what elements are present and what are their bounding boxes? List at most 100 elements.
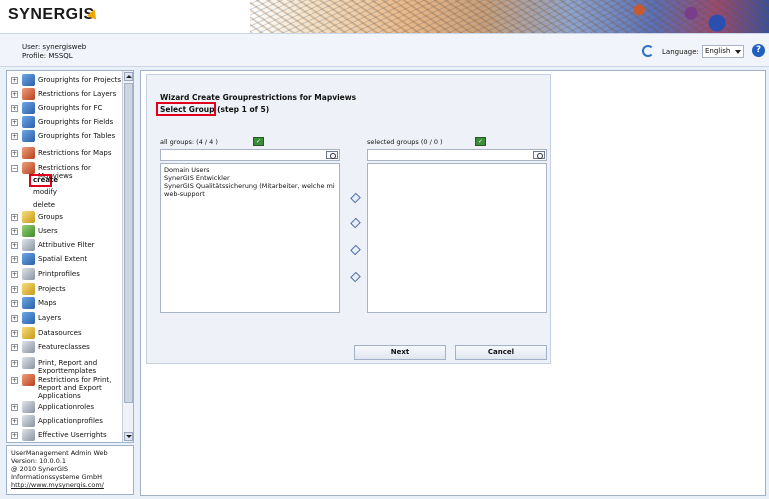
footer-line: Informationssysteme GmbH [11, 473, 102, 481]
tree-item[interactable]: + Featureclasses [11, 341, 123, 355]
all-groups-select-icon[interactable]: ✓ [253, 137, 264, 146]
expand-toggle-icon[interactable]: + [11, 133, 18, 140]
move-right-icon[interactable] [350, 218, 360, 228]
tree-item[interactable]: + Projects [11, 283, 123, 297]
tree-item[interactable]: + Applicationroles [11, 401, 123, 415]
tree-item[interactable]: + Grouprights for Projects [11, 74, 123, 88]
profile-label: Profile: MSSQL [22, 52, 73, 60]
tree-item[interactable]: + Restrictions for Layers [11, 88, 123, 102]
list-item[interactable]: web-support [164, 190, 336, 198]
group-rights-icon [22, 74, 35, 86]
expand-toggle-icon[interactable]: + [11, 228, 18, 235]
tree-item[interactable]: − Restrictions for Mapviews [11, 162, 123, 180]
list-item[interactable]: SynerGIS Qualitätssicherung (Mitarbeiter… [164, 182, 336, 190]
version-info: UserManagement Admin Web Version: 10.0.0… [6, 445, 134, 495]
next-button[interactable]: Next [354, 345, 446, 360]
list-item[interactable]: SynerGIS Entwickler [164, 174, 336, 182]
tree-item[interactable]: + Users [11, 225, 123, 239]
tree-item[interactable]: + Printprofiles [11, 268, 123, 282]
cancel-button[interactable]: Cancel [455, 345, 547, 360]
expand-toggle-icon[interactable]: + [11, 418, 18, 425]
tree-scrollbar[interactable] [122, 71, 133, 442]
expand-toggle-icon[interactable]: + [11, 360, 18, 367]
move-all-left-icon[interactable] [350, 272, 360, 282]
tree-item[interactable]: + Grouprights for Tables [11, 130, 123, 144]
move-left-icon[interactable] [350, 245, 360, 255]
tree-item[interactable]: + Restrictions for Print, Report and Expo… [11, 374, 123, 400]
filter-icon[interactable] [533, 151, 545, 159]
user-label: User: synergisweb [22, 43, 87, 51]
tree-item[interactable]: + Grouprights for FC [11, 102, 123, 116]
tree-item-label: Grouprights for Tables [38, 132, 116, 140]
tree-item[interactable]: + Layers [11, 312, 123, 326]
tree-item-label: Users [38, 227, 58, 235]
tree-sub-item-create[interactable]: create [33, 176, 58, 184]
selected-groups-list[interactable] [367, 163, 547, 313]
move-all-right-icon[interactable] [350, 193, 360, 203]
tree-item[interactable]: + Attributive Filter [11, 239, 123, 253]
all-groups-filter-input[interactable] [160, 149, 340, 161]
expand-toggle-icon[interactable]: + [11, 315, 18, 322]
tree-item[interactable]: + Print, Report and Exporttemplates [11, 357, 123, 375]
help-icon[interactable]: ? [752, 44, 765, 57]
expand-toggle-icon[interactable]: + [11, 256, 18, 263]
expand-toggle-icon[interactable]: + [11, 300, 18, 307]
tree-item[interactable]: + Groups [11, 211, 123, 225]
expand-toggle-icon[interactable]: + [11, 432, 18, 439]
expand-toggle-icon[interactable]: + [11, 119, 18, 126]
featureclass-icon [22, 341, 35, 353]
selected-groups-filter-input[interactable] [367, 149, 547, 161]
tree-item[interactable]: + Datasources [11, 327, 123, 341]
expand-toggle-icon[interactable]: + [11, 214, 18, 221]
layers-icon [22, 312, 35, 324]
datasource-icon [22, 327, 35, 339]
tree-item-label: Grouprights for Projects [38, 76, 122, 84]
tree-item[interactable]: + Spatial Extent [11, 253, 123, 267]
banner: SYNERGIS [0, 0, 769, 33]
all-groups-list[interactable]: Domain Users SynerGIS Entwickler SynerGI… [160, 163, 340, 313]
banner-map-image [250, 0, 769, 33]
tree-item-label: Spatial Extent [38, 255, 88, 263]
expand-toggle-icon[interactable]: + [11, 150, 18, 157]
print-icon [22, 268, 35, 280]
tree-sub-item-modify[interactable]: modify [33, 188, 57, 196]
expand-toggle-icon[interactable]: + [11, 286, 18, 293]
tree-item[interactable]: + Restrictions for Maps [11, 147, 123, 161]
scroll-down-icon[interactable] [124, 432, 133, 441]
tree-item-label: Attributive Filter [38, 241, 95, 249]
footer-link[interactable]: http://www.mysynergis.com/ [11, 481, 104, 489]
tree-sub-item-delete[interactable]: delete [33, 201, 55, 209]
scroll-up-icon[interactable] [124, 72, 133, 81]
expand-toggle-icon[interactable]: + [11, 344, 18, 351]
tree-item-label: Layers [38, 314, 62, 322]
expand-toggle-icon[interactable]: + [11, 404, 18, 411]
footer-line: Version: 10.0.0.1 [11, 457, 67, 465]
expand-toggle-icon[interactable]: + [11, 105, 18, 112]
expand-toggle-icon[interactable]: + [11, 242, 18, 249]
tree-item-label: Grouprights for FC [38, 104, 103, 112]
extent-icon [22, 253, 35, 265]
tree-item[interactable]: + Maps [11, 297, 123, 311]
expand-toggle-icon[interactable]: + [11, 77, 18, 84]
navigation-tree: + Grouprights for Projects + Restrictions f… [6, 70, 134, 443]
scroll-thumb[interactable] [124, 83, 133, 403]
expand-toggle-icon[interactable]: + [11, 271, 18, 278]
tree-item[interactable]: + Applicationprofiles [11, 415, 123, 429]
restrictions-icon [22, 147, 35, 159]
selected-groups-select-icon[interactable]: ✓ [475, 137, 486, 146]
expand-toggle-icon[interactable]: + [11, 377, 18, 384]
filter-icon [22, 239, 35, 251]
tree-item-label: Datasources [38, 329, 82, 337]
expand-toggle-icon[interactable]: − [11, 165, 18, 172]
tree-item[interactable]: + Effective Userrights [11, 429, 123, 442]
refresh-icon[interactable] [642, 45, 654, 57]
language-select[interactable]: English [702, 45, 744, 58]
expand-toggle-icon[interactable]: + [11, 330, 18, 337]
tree-item[interactable]: + Grouprights for Fields [11, 116, 123, 130]
wizard-step: Select Group (step 1 of 5) [160, 105, 270, 114]
filter-icon[interactable] [326, 151, 338, 159]
expand-toggle-icon[interactable]: + [11, 91, 18, 98]
list-item[interactable]: Domain Users [164, 166, 336, 174]
tree-item-label: Applicationroles [38, 403, 95, 411]
template-icon [22, 357, 35, 369]
